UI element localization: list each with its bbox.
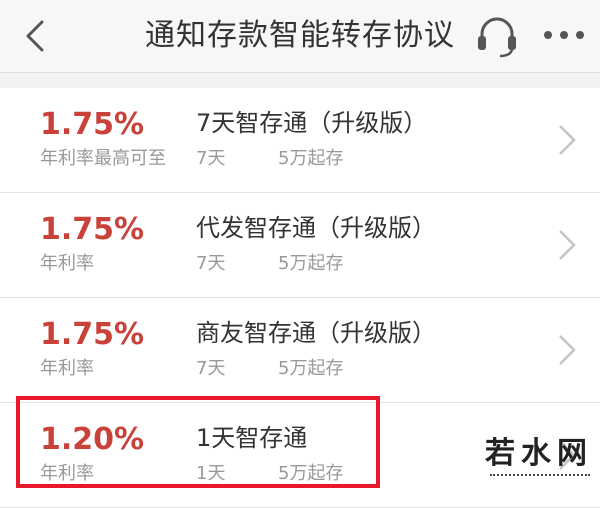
product-term: 7天 xyxy=(196,253,226,274)
rate-value: 1.75% xyxy=(40,317,145,352)
rate-label: 年利率 xyxy=(40,358,94,379)
chevron-right-icon xyxy=(559,125,576,155)
product-item-1[interactable]: 1.75% 年利率最高可至 7天智存通（升级版） 7天 5万起存 xyxy=(0,88,600,193)
chevron-right-icon xyxy=(559,335,576,365)
watermark-underline xyxy=(490,474,590,486)
product-term: 1天 xyxy=(196,463,226,484)
rate-value: 1.20% xyxy=(40,422,145,457)
more-dots-icon[interactable] xyxy=(540,28,588,42)
product-term: 7天 xyxy=(196,358,226,379)
rate-label: 年利率 xyxy=(40,463,94,484)
rate-value: 1.75% xyxy=(40,107,145,142)
rate-label: 年利率 xyxy=(40,253,94,274)
product-minimum: 5万起存 xyxy=(278,253,344,274)
product-term: 7天 xyxy=(196,148,226,169)
page-title: 通知存款智能转存协议 xyxy=(145,18,455,53)
watermark-text: 若水网 xyxy=(485,436,593,471)
product-item-2[interactable]: 1.75% 年利率 代发智存通（升级版） 7天 5万起存 xyxy=(0,193,600,298)
product-name: 商友智存通（升级版） xyxy=(196,319,436,347)
watermark: 若水网 xyxy=(484,436,594,496)
headset-icon[interactable] xyxy=(474,14,520,58)
rate-label: 年利率最高可至 xyxy=(40,148,166,169)
product-name: 7天智存通（升级版） xyxy=(196,109,428,137)
product-minimum: 5万起存 xyxy=(278,358,344,379)
top-nav-bar: 通知存款智能转存协议 xyxy=(0,0,600,73)
product-name: 1天智存通 xyxy=(196,424,308,452)
product-minimum: 5万起存 xyxy=(278,148,344,169)
back-chevron-icon[interactable] xyxy=(20,18,50,54)
product-item-3[interactable]: 1.75% 年利率 商友智存通（升级版） 7天 5万起存 xyxy=(0,298,600,403)
product-minimum: 5万起存 xyxy=(278,463,344,484)
chevron-right-icon xyxy=(559,230,576,260)
product-name: 代发智存通（升级版） xyxy=(196,214,436,242)
rate-value: 1.75% xyxy=(40,212,145,247)
